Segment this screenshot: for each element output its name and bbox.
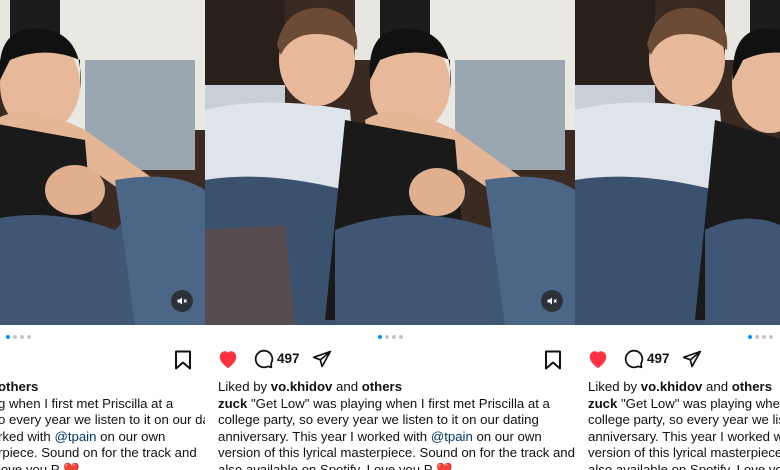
- liked-by-user[interactable]: vo.khidov: [641, 379, 703, 394]
- caption-line: "Get Low" was playing when I first met P…: [621, 395, 780, 411]
- post-panel-right: 497 Liked by vo.khidov and others zuck "…: [575, 0, 780, 470]
- action-bar-right: 497: [587, 348, 702, 369]
- caption-center: Liked by vo.khidov and others zuck "Get …: [218, 379, 575, 470]
- carousel-dot-active: [748, 335, 752, 339]
- caption-line: o every year we listen to it on our dati…: [0, 412, 205, 428]
- heart-filled-icon: [219, 350, 237, 368]
- mute-button-center[interactable]: [541, 290, 563, 312]
- bookmark-button-left[interactable]: [174, 350, 192, 375]
- caption-line: "Get Low" was playing when I first met P…: [251, 395, 550, 411]
- comment-count: 497: [647, 351, 670, 366]
- caption-line: version of this lyrical masterpiece. Sou…: [218, 445, 575, 461]
- caption-line: also available on Spotify. Love you P: [588, 461, 780, 470]
- mention-link[interactable]: @tpain: [54, 429, 96, 444]
- action-bar-center: 497: [217, 348, 332, 369]
- carousel-dot: [385, 335, 389, 339]
- caption-left: others g when I first met Priscilla at a…: [0, 379, 205, 470]
- carousel-dot: [769, 335, 773, 339]
- comment-button[interactable]: [623, 348, 644, 369]
- caption-line: also available on Spotify. Love you P: [218, 461, 433, 470]
- carousel-dot-active: [6, 335, 10, 339]
- liked-by-line: Liked by vo.khidov and others: [588, 379, 780, 396]
- liked-by-prefix: Liked by: [218, 379, 268, 394]
- liked-by-line: Liked by vo.khidov and others: [218, 379, 575, 396]
- carousel-dot: [20, 335, 24, 339]
- liked-by-others[interactable]: others: [362, 379, 402, 394]
- like-button[interactable]: [217, 349, 239, 369]
- comment-count: 497: [277, 351, 300, 366]
- bookmark-button[interactable]: [544, 350, 562, 375]
- caption-line: rked with: [0, 428, 51, 444]
- post-photo-left[interactable]: [0, 0, 205, 325]
- liked-by-user[interactable]: vo.khidov: [271, 379, 333, 394]
- carousel-dots-left: [6, 335, 31, 339]
- caption-line: love you P: [0, 461, 60, 470]
- like-button[interactable]: [587, 349, 609, 369]
- heart-emoji: ❤️: [436, 461, 453, 470]
- speaker-muted-icon: [177, 297, 187, 305]
- bookmark-icon: [175, 350, 191, 370]
- mute-button-left[interactable]: [171, 290, 193, 312]
- caption-right: Liked by vo.khidov and others zuck "Get …: [588, 379, 780, 470]
- send-icon: [312, 350, 331, 367]
- author-username[interactable]: zuck: [218, 396, 247, 411]
- caption-line: on our own: [100, 428, 166, 444]
- carousel-dot: [13, 335, 17, 339]
- liked-by-and: and: [706, 379, 729, 394]
- heart-emoji: ❤️: [63, 461, 80, 470]
- caption-line: on our own: [476, 428, 542, 444]
- carousel-dots-center: [378, 335, 403, 339]
- carousel-dot-active: [378, 335, 382, 339]
- carousel-dot: [755, 335, 759, 339]
- comment-icon: [624, 349, 644, 369]
- comment-button[interactable]: [253, 348, 274, 369]
- carousel-dot: [762, 335, 766, 339]
- carousel-dot: [392, 335, 396, 339]
- carousel-dot: [27, 335, 31, 339]
- post-panel-center: 497 Liked by vo.khidov and others zuck "…: [205, 0, 575, 470]
- liked-by-prefix: Liked by: [588, 379, 638, 394]
- caption-line: anniversary. This year I worked with: [588, 428, 780, 444]
- bookmark-icon: [545, 350, 561, 370]
- post-photo-center[interactable]: [205, 0, 575, 325]
- caption-line: college party, so every year we listen t…: [588, 412, 780, 428]
- author-username[interactable]: zuck: [588, 396, 617, 411]
- liked-by-others[interactable]: others: [0, 379, 38, 394]
- caption-line: version of this lyrical masterpiece. Sou…: [588, 445, 780, 461]
- speaker-muted-icon: [547, 297, 557, 305]
- mention-link[interactable]: @tpain: [431, 429, 473, 444]
- caption-line: anniversary. This year I worked with: [218, 428, 428, 444]
- carousel-dot: [399, 335, 403, 339]
- share-button[interactable]: [312, 349, 332, 369]
- post-panel-left: others g when I first met Priscilla at a…: [0, 0, 205, 470]
- caption-line: college party, so every year we listen t…: [218, 412, 539, 428]
- caption-line: rpiece. Sound on for the track and: [0, 445, 197, 461]
- liked-by-others[interactable]: others: [732, 379, 772, 394]
- heart-filled-icon: [589, 350, 607, 368]
- comment-icon: [254, 349, 274, 369]
- caption-line: g when I first met Priscilla at a: [0, 395, 174, 411]
- send-icon: [682, 350, 701, 367]
- share-button[interactable]: [682, 349, 702, 369]
- carousel-dots-right: [748, 335, 773, 339]
- post-photo-right[interactable]: [575, 0, 780, 325]
- liked-by-and: and: [336, 379, 359, 394]
